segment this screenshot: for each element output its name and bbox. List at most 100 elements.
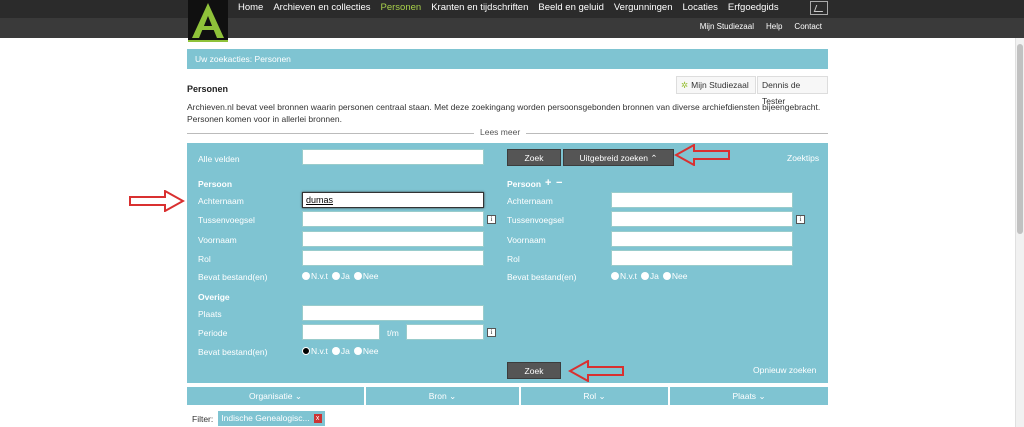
achternaam-2-label: Achternaam [507, 196, 553, 206]
annotation-arrow-icon [568, 360, 624, 382]
tussenvoegsel-2-label: Tussenvoegsel [507, 215, 564, 225]
facet-rol[interactable]: Rol ⌄ [521, 387, 668, 405]
nav-vergunningen[interactable]: Vergunningen [609, 0, 678, 16]
persoon-2-heading: Persoon [507, 179, 542, 189]
nav-mijn-studiezaal[interactable]: Mijn Studiezaal [700, 20, 754, 34]
achternaam-label: Achternaam [198, 196, 244, 206]
bestand-3-radio-group: N.v.t Ja Nee [302, 346, 382, 356]
radio-nvt-label: N.v.t [311, 271, 328, 281]
nav-erfgoedgids[interactable]: Erfgoedgids [723, 0, 784, 16]
scrollbar-thumb[interactable] [1017, 44, 1023, 234]
radio-nee-label: Nee [362, 271, 379, 281]
plaats-input[interactable] [302, 305, 484, 321]
facet-tabs: Organisatie ⌄ Bron ⌄ Rol ⌄ Plaats ⌄ [187, 387, 828, 405]
rol-label: Rol [198, 254, 211, 264]
opnieuw-zoeken-link[interactable]: Opnieuw zoeken [753, 365, 816, 375]
fullscreen-icon[interactable] [810, 1, 828, 15]
bestand-2-radio-group: N.v.t Ja Nee [611, 271, 691, 281]
info-icon[interactable]: i [487, 328, 496, 337]
alle-velden-input[interactable] [302, 149, 484, 165]
active-filters: Filter: Indische Genealogisc... x [192, 411, 325, 426]
remove-filter-icon[interactable]: x [313, 414, 322, 423]
nav-home[interactable]: Home [233, 0, 268, 16]
facet-label: Bron [428, 391, 447, 401]
add-person-icon[interactable]: + [545, 177, 551, 189]
uitgebreid-zoeken-button[interactable]: Uitgebreid zoeken ⌃ [563, 149, 674, 166]
filter-label: Filter: [192, 413, 214, 424]
nav-locaties[interactable]: Locaties [678, 0, 723, 16]
lees-meer-link[interactable]: Lees meer [474, 127, 527, 137]
plaats-label: Plaats [198, 309, 222, 319]
radio-nee-label: Nee [671, 271, 688, 281]
chevron-down-icon: ⌄ [294, 391, 302, 401]
radio-nee-label: Nee [362, 346, 379, 356]
radio-nee[interactable] [353, 272, 362, 280]
nav-kranten[interactable]: Kranten en tijdschriften [426, 0, 533, 16]
periode-van-input[interactable] [302, 324, 380, 340]
facet-label: Rol [583, 391, 597, 401]
studiezaal-icon: ✲ [681, 80, 689, 90]
nav-personen[interactable]: Personen [376, 0, 427, 16]
radio-ja[interactable] [331, 272, 340, 280]
radio-nee[interactable] [353, 347, 362, 355]
rol-2-input[interactable] [611, 250, 793, 266]
tussenvoegsel-2-input[interactable] [611, 211, 793, 227]
lees-meer-divider: Lees meer [187, 127, 828, 139]
radio-ja[interactable] [331, 347, 340, 355]
info-icon[interactable]: i [796, 215, 805, 224]
periode-tm-input[interactable] [406, 324, 484, 340]
filter-chip[interactable]: Indische Genealogisc... x [218, 411, 325, 426]
chevron-down-icon: ⌄ [598, 391, 606, 401]
periode-label: Periode [198, 328, 228, 338]
bevat-bestand-label: Bevat bestand(en) [198, 272, 268, 282]
facet-organisatie[interactable]: Organisatie ⌄ [187, 387, 364, 405]
zoek-button-top[interactable]: Zoek [507, 149, 561, 166]
facet-bron[interactable]: Bron ⌄ [366, 387, 519, 405]
nav-archieven[interactable]: Archieven en collecties [268, 0, 375, 16]
zoektips-link[interactable]: Zoektips [787, 153, 819, 163]
chevron-up-icon: ⌃ [650, 153, 658, 163]
radio-ja-label: Ja [649, 271, 659, 281]
rol-input[interactable] [302, 250, 484, 266]
radio-nvt-label: N.v.t [620, 271, 637, 281]
mijn-studiezaal-button[interactable]: ✲ Mijn Studiezaal [676, 76, 756, 94]
facet-plaats[interactable]: Plaats ⌄ [670, 387, 828, 405]
radio-ja-label: Ja [340, 346, 350, 356]
bestand-radio-group: N.v.t Ja Nee [302, 271, 382, 281]
tussenvoegsel-input[interactable] [302, 211, 484, 227]
radio-nvt-selected[interactable] [302, 347, 310, 355]
alle-velden-label: Alle velden [198, 154, 240, 164]
archieven-logo[interactable] [188, 0, 228, 42]
user-button[interactable]: Dennis de Tester [757, 76, 828, 106]
voornaam-2-label: Voornaam [507, 235, 546, 245]
radio-ja[interactable] [640, 272, 649, 280]
achternaam-2-input[interactable] [611, 192, 793, 208]
page-scrollbar[interactable] [1015, 38, 1024, 427]
voornaam-input[interactable] [302, 231, 484, 247]
radio-nvt[interactable] [611, 272, 619, 280]
achternaam-input[interactable]: dumas [302, 192, 484, 208]
page-title: Personen [187, 84, 229, 94]
voornaam-2-input[interactable] [611, 231, 793, 247]
tussenvoegsel-label: Tussenvoegsel [198, 215, 255, 225]
uitgebreid-zoeken-label: Uitgebreid zoeken [579, 153, 648, 163]
annotation-arrow-icon [674, 144, 730, 166]
voornaam-label: Voornaam [198, 235, 237, 245]
radio-nvt-label: N.v.t [311, 346, 328, 356]
radio-nee[interactable] [662, 272, 671, 280]
sub-navigation: Mijn Studiezaal Help Contact [688, 20, 822, 34]
info-icon[interactable]: i [487, 215, 496, 224]
radio-ja-label: Ja [340, 271, 350, 281]
zoek-button-bottom[interactable]: Zoek [507, 362, 561, 379]
persoon-heading: Persoon [198, 179, 233, 189]
chevron-down-icon: ⌄ [758, 391, 766, 401]
sub-navigation-bar [0, 18, 1024, 38]
annotation-arrow-icon [129, 190, 185, 212]
nav-contact[interactable]: Contact [794, 20, 822, 34]
nav-help[interactable]: Help [766, 20, 782, 34]
radio-nvt[interactable] [302, 272, 310, 280]
remove-person-icon[interactable]: − [556, 177, 562, 189]
nav-beeld-en-geluid[interactable]: Beeld en geluid [533, 0, 609, 16]
facet-label: Plaats [732, 391, 757, 401]
intro-text: Archieven.nl bevat veel bronnen waarin p… [187, 102, 821, 124]
